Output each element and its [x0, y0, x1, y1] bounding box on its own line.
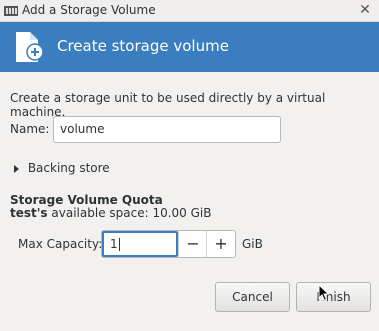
- pool-name: test's: [10, 206, 48, 220]
- backing-store-label: Backing store: [27, 161, 110, 175]
- intro-text: Create a storage unit to be used directl…: [10, 91, 326, 119]
- banner-title: Create storage volume: [57, 37, 229, 55]
- new-file-icon: [16, 32, 44, 62]
- max-capacity-input[interactable]: 1: [102, 231, 178, 257]
- increment-button[interactable]: +: [206, 231, 235, 257]
- text-caret: [118, 238, 120, 251]
- quota-title: Storage Volume Quota: [10, 193, 163, 207]
- available-space-text: available space: 10.00 GiB: [51, 206, 212, 220]
- name-label: Name:: [10, 122, 50, 136]
- window-titlebar: Add a Storage Volume ✕: [0, 0, 379, 22]
- available-space: test's available space: 10.00 GiB: [10, 206, 211, 220]
- finish-button[interactable]: Finish: [296, 282, 371, 312]
- cancel-button[interactable]: Cancel: [215, 282, 290, 312]
- close-icon[interactable]: ✕: [357, 2, 373, 18]
- backing-store-expander[interactable]: Backing store: [14, 161, 110, 175]
- window-title: Add a Storage Volume: [22, 3, 156, 17]
- expander-arrow-icon: [14, 164, 19, 173]
- name-input[interactable]: volume: [53, 116, 281, 143]
- capacity-unit: GiB: [242, 237, 263, 251]
- max-capacity-label: Max Capacity:: [18, 237, 103, 251]
- max-capacity-value: 1: [110, 237, 118, 251]
- mouse-pointer-icon: [318, 284, 330, 302]
- header-banner: Create storage volume: [0, 22, 379, 72]
- max-capacity-spinbutton: 1 − +: [101, 230, 236, 258]
- decrement-button[interactable]: −: [178, 231, 207, 257]
- virt-manager-icon: [4, 6, 18, 16]
